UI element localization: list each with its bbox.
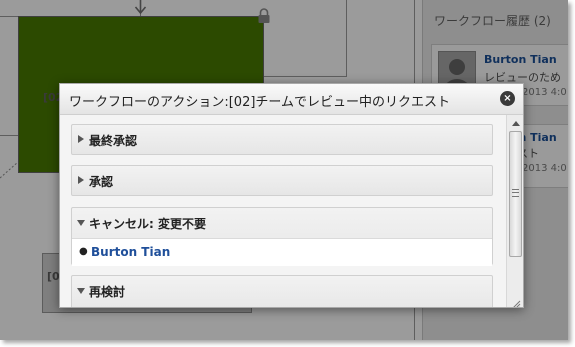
dialog-title: ワークフローのアクション:[02]チームでレビュー中のリクエスト xyxy=(69,95,451,110)
dashed-connector xyxy=(0,161,19,179)
section-label: 承認 xyxy=(89,175,114,189)
connector-frame xyxy=(264,0,347,77)
history-date: 2013 4:0 xyxy=(522,163,567,174)
section-label: 再検討 xyxy=(89,285,126,299)
dialog-scrollbar[interactable] xyxy=(506,115,523,307)
screen: [02 [03 ワークフロー履歴 (2) Burton Tian レビューのため… xyxy=(0,0,568,340)
expand-right-icon xyxy=(78,135,84,143)
close-button[interactable]: × xyxy=(500,91,515,106)
section-toggle-reconsider[interactable]: 再検討 xyxy=(72,276,492,306)
history-title: ワークフロー履歴 (2) xyxy=(434,14,551,28)
expand-right-icon xyxy=(78,176,84,184)
dialog-header[interactable]: ワークフローのアクション:[02]チームでレビュー中のリクエスト × xyxy=(60,84,523,115)
person-link[interactable]: Burton Tian xyxy=(91,245,170,259)
close-icon: × xyxy=(503,93,512,104)
history-user-link[interactable]: Burton Tian xyxy=(484,53,557,66)
section-final-approval: 最終承認 xyxy=(71,124,493,155)
history-date: 2013 4:0 xyxy=(522,87,567,98)
workflow-action-dialog: ワークフローのアクション:[02]チームでレビュー中のリクエスト × 最終承認 … xyxy=(59,83,524,308)
collapse-down-icon xyxy=(77,288,85,294)
lock-icon xyxy=(257,8,271,28)
grip-icon xyxy=(512,189,519,197)
connector-line xyxy=(0,135,18,136)
scroll-up-icon[interactable] xyxy=(512,121,520,126)
section-toggle-cancel[interactable]: キャンセル: 変更不要 xyxy=(72,208,492,238)
section-label: キャンセル: 変更不要 xyxy=(89,217,206,231)
section-cancel: キャンセル: 変更不要 ● Burton Tian xyxy=(71,207,493,266)
section-label: 最終承認 xyxy=(89,134,138,148)
collapse-down-icon xyxy=(77,220,85,226)
section-content: ● Burton Tian xyxy=(72,238,492,266)
section-toggle-final-approval[interactable]: 最終承認 xyxy=(72,125,492,155)
resize-grip-icon[interactable] xyxy=(511,295,521,307)
section-reconsider: 再検討 xyxy=(71,275,493,307)
bullet-icon: ● xyxy=(79,246,88,257)
connector-line xyxy=(0,16,18,17)
section-toggle-approve[interactable]: 承認 xyxy=(72,166,492,196)
section-approve: 承認 xyxy=(71,165,493,196)
scroll-thumb[interactable] xyxy=(509,131,522,257)
dialog-body: 最終承認 承認 キャンセル: 変更不要 ● Burton Tian 再検討 xyxy=(60,115,506,307)
